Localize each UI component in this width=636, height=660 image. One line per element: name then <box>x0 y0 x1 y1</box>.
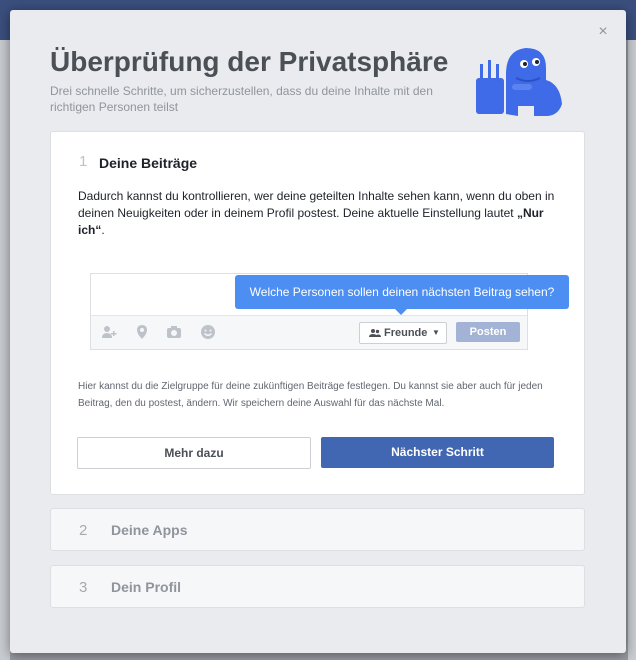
add-friend-icon[interactable] <box>101 324 117 340</box>
close-icon[interactable]: × <box>596 24 610 40</box>
step-description: Dadurch kannst du kontrollieren, wer dei… <box>78 188 558 239</box>
chevron-down-icon: ▼ <box>432 328 440 337</box>
step-panel-apps[interactable]: 2 Deine Apps <box>50 508 585 551</box>
camera-icon[interactable] <box>166 324 182 340</box>
audience-selector[interactable]: Freunde ▼ <box>359 322 447 344</box>
description-text: Dadurch kannst du kontrollieren, wer dei… <box>78 189 555 220</box>
tooltip-arrow <box>394 308 408 315</box>
step-panel-profile[interactable]: 3 Dein Profil <box>50 565 585 608</box>
background-left-column <box>0 40 10 660</box>
description-end: . <box>101 223 105 237</box>
next-step-button[interactable]: Nächster Schritt <box>321 437 554 468</box>
location-pin-icon[interactable] <box>134 324 150 340</box>
learn-more-button[interactable]: Mehr dazu <box>77 437 311 469</box>
audience-label: Freunde <box>384 327 428 339</box>
step-title: Dein Profil <box>111 579 182 595</box>
step-number: 2 <box>79 522 88 539</box>
step-hint: Hier kannst du die Zielgruppe für deine … <box>78 381 543 409</box>
step-number: 1 <box>79 153 88 170</box>
privacy-dinosaur-icon <box>476 48 562 116</box>
privacy-checkup-dialog: × Überprüfung der Privatsphäre Drei schn… <box>10 10 626 653</box>
audience-tooltip: Welche Personen sollen deinen nächsten B… <box>235 275 569 309</box>
dialog-title: Überprüfung der Privatsphäre <box>50 46 449 77</box>
background-right-column <box>628 40 636 660</box>
post-button[interactable]: Posten <box>456 322 520 342</box>
dialog-subtitle: Drei schnelle Schritte, um sicherzustell… <box>50 84 433 114</box>
step-title: Deine Apps <box>111 522 188 538</box>
friends-icon <box>369 323 381 351</box>
smiley-icon[interactable] <box>200 324 216 340</box>
step-title: Deine Beiträge <box>99 155 198 171</box>
step-number: 3 <box>79 579 88 596</box>
step-panel-posts: 1 Deine Beiträge Dadurch kannst du kontr… <box>50 131 585 495</box>
composer-toolbar: Freunde ▼ Posten <box>91 315 527 349</box>
